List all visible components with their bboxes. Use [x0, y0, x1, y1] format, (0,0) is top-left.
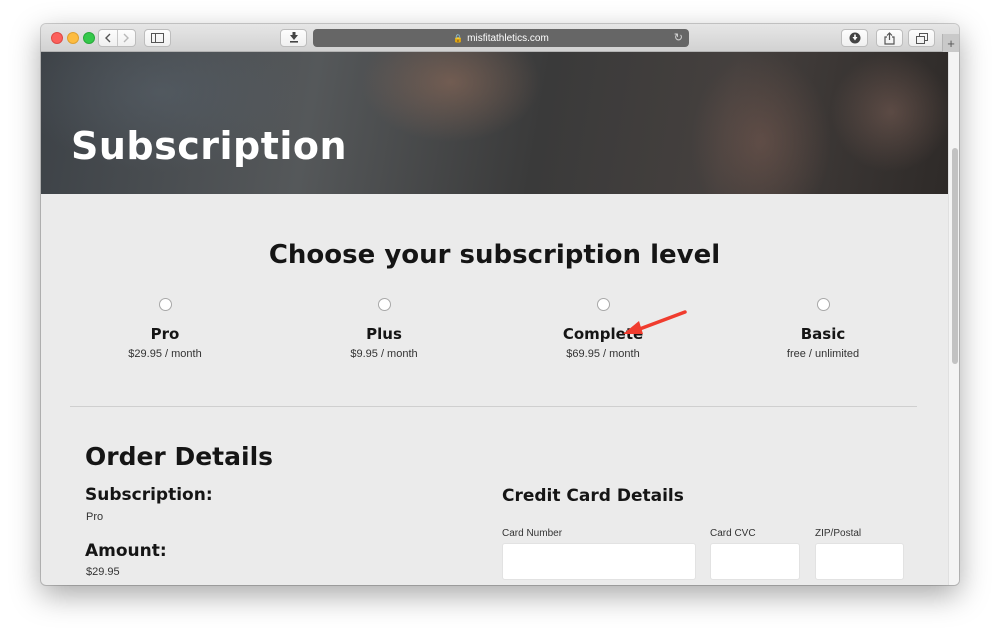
plan-radio-pro[interactable] [158, 298, 172, 311]
downloads-extension-button[interactable] [280, 29, 307, 47]
page-title: Subscription [71, 124, 348, 168]
chevron-left-icon [105, 33, 111, 43]
card-cvc-label: Card CVC [710, 528, 756, 539]
plan-radio-basic[interactable] [816, 298, 830, 311]
plan-option-pro[interactable]: Pro $29.95 / month [85, 298, 245, 360]
amount-value: $29.95 [86, 566, 120, 578]
web-page: Subscription Choose your subscription le… [41, 52, 959, 585]
section-divider [70, 406, 917, 407]
url-text: misfitathletics.com [467, 32, 549, 44]
download-arrow-icon [289, 32, 298, 43]
subscription-level-heading: Choose your subscription level [268, 240, 721, 270]
download-circle-icon [849, 32, 860, 44]
credit-card-heading: Credit Card Details [502, 486, 684, 506]
plan-option-plus[interactable]: Plus $9.95 / month [304, 298, 464, 360]
downloads-button[interactable] [841, 29, 868, 47]
reload-icon[interactable]: ↻ [674, 31, 683, 44]
zip-postal-field[interactable] [815, 543, 904, 580]
plan-price: free / unlimited [786, 348, 860, 360]
annotation-arrow-icon [623, 310, 687, 334]
address-bar[interactable]: 🔒 misfitathletics.com ↻ [313, 29, 689, 47]
back-forward-group [98, 29, 136, 47]
zoom-window-button[interactable] [83, 32, 95, 44]
close-window-button[interactable] [51, 32, 63, 44]
plan-radio-complete[interactable] [596, 298, 610, 311]
card-number-label: Card Number [502, 528, 563, 539]
sidebar-icon [151, 33, 164, 43]
card-number-field[interactable] [502, 543, 696, 580]
minimize-window-button[interactable] [67, 32, 79, 44]
back-button[interactable] [99, 30, 117, 46]
order-details-heading: Order Details [85, 442, 274, 471]
subscription-value: Pro [86, 511, 104, 523]
zip-postal-label: ZIP/Postal [815, 528, 862, 539]
card-cvc-field[interactable] [710, 543, 800, 580]
amount-label: Amount: [85, 541, 167, 561]
plan-name: Basic [800, 325, 846, 343]
sidebar-toggle-button[interactable] [144, 29, 171, 47]
show-tabs-button[interactable] [908, 29, 935, 47]
plan-price: $9.95 / month [350, 348, 418, 360]
lock-icon: 🔒 [453, 33, 464, 43]
plan-radio-plus[interactable] [377, 298, 391, 311]
scrollbar-thumb[interactable] [952, 148, 958, 364]
browser-window: 🔒 misfitathletics.com ↻ + Subscription C… [41, 24, 959, 585]
subscription-label: Subscription: [85, 485, 213, 505]
hero-banner: Subscription [41, 52, 948, 194]
new-tab-button[interactable]: + [942, 34, 959, 52]
share-icon [884, 31, 895, 45]
plan-name: Plus [366, 325, 402, 343]
plan-name: Pro [150, 325, 180, 343]
forward-button[interactable] [116, 30, 135, 46]
browser-toolbar: 🔒 misfitathletics.com ↻ [41, 24, 959, 52]
plan-option-basic[interactable]: Basic free / unlimited [743, 298, 903, 360]
page-scrollbar[interactable] [948, 52, 959, 585]
tabs-overview-icon [915, 32, 928, 44]
plan-price: $69.95 / month [566, 348, 640, 360]
chevron-right-icon [123, 33, 129, 43]
plan-price: $29.95 / month [128, 348, 202, 360]
share-button[interactable] [876, 29, 903, 47]
